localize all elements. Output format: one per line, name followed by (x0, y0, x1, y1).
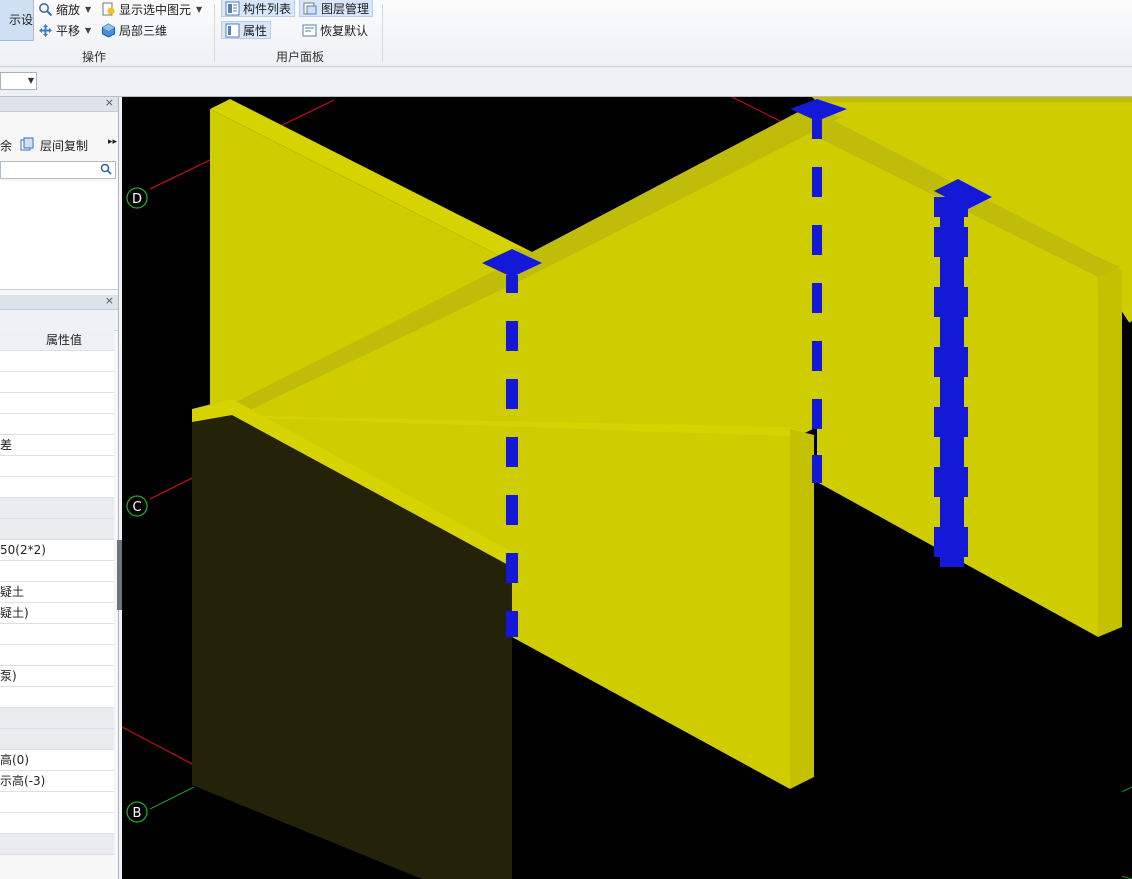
copy-between-floors-button[interactable]: 层间复制 (40, 137, 88, 154)
show-selected-element-button[interactable]: 显示选中图元 ▼ (101, 0, 202, 18)
restore-layout-icon (302, 23, 317, 38)
property-row[interactable] (0, 414, 114, 435)
wall-top (812, 97, 1132, 102)
property-pane-toolbar (0, 310, 118, 331)
property-row[interactable] (0, 456, 114, 477)
dropdown-arrow-icon: ▼ (85, 25, 92, 35)
property-row[interactable] (0, 561, 114, 582)
property-row[interactable]: 疑土 (0, 582, 114, 603)
property-row[interactable]: 泵) (0, 666, 114, 687)
svg-text:C: C (132, 500, 141, 515)
copy-floor-icon (20, 137, 35, 155)
3d-viewport[interactable]: D C B (122, 97, 1132, 879)
dropdown-arrow-icon: ▼ (27, 76, 34, 85)
component-list-button[interactable]: 构件列表 (221, 0, 296, 17)
sub-toolbar: ▼ (0, 67, 1132, 97)
property-row[interactable]: 示高(-3) (0, 771, 114, 792)
component-pane-header: × (0, 96, 118, 112)
property-table: 属性值 差 50(2*2) 疑土 疑土) 泵) 高(0) 示高(-3) (0, 330, 114, 855)
dropdown-arrow-icon: ▼ (196, 4, 203, 14)
property-row[interactable] (0, 792, 114, 813)
property-row[interactable] (0, 813, 114, 834)
property-row[interactable] (0, 372, 114, 393)
wall-gap (1122, 321, 1132, 621)
local-3d-button[interactable]: 局部三维 (101, 21, 167, 39)
grid-line-b (122, 726, 195, 766)
display-settings-button[interactable]: 示设置 (0, 0, 34, 41)
property-row[interactable] (0, 687, 114, 708)
properties-button[interactable]: 属性 (221, 21, 272, 39)
property-row[interactable] (0, 351, 114, 372)
property-row[interactable]: 疑土) (0, 603, 114, 624)
wall-front-edge (790, 429, 814, 789)
property-row[interactable]: 差 (0, 435, 114, 456)
3d-cube-icon (101, 22, 116, 38)
property-row[interactable]: 50(2*2) (0, 540, 114, 561)
component-search-input[interactable] (0, 161, 116, 179)
bulb-document-icon (101, 2, 116, 17)
property-row[interactable] (0, 477, 114, 498)
list-icon (225, 1, 240, 16)
zoom-button[interactable]: 缩放 ▼ (38, 0, 91, 18)
dropdown-arrow-icon: ▼ (85, 4, 92, 14)
svg-text:B: B (133, 806, 142, 821)
more-arrow-icon[interactable]: ▸▸ (108, 137, 117, 147)
magnifier-icon (38, 2, 53, 17)
move-arrows-icon (38, 23, 53, 38)
property-pane-header: × (0, 294, 118, 310)
property-row[interactable]: 高(0) (0, 750, 114, 771)
property-row[interactable] (0, 393, 114, 414)
svg-text:D: D (132, 192, 142, 207)
layer-manage-button[interactable]: 图层管理 (299, 0, 374, 17)
3d-scene: D C B (122, 97, 1132, 879)
property-row[interactable] (0, 834, 114, 855)
component-list[interactable] (0, 181, 118, 290)
property-row[interactable] (0, 645, 114, 666)
property-row[interactable] (0, 498, 114, 519)
property-row[interactable] (0, 729, 114, 750)
property-row[interactable] (0, 624, 114, 645)
component-toolbar: 余 层间复制 ▸▸ (0, 135, 118, 155)
group-divider (382, 4, 383, 62)
properties-icon (225, 23, 240, 38)
close-icon[interactable]: × (105, 294, 114, 307)
pan-button[interactable]: 平移 ▼ (38, 21, 91, 39)
grid-line-green (149, 786, 195, 810)
group-label-operations: 操作 (82, 50, 107, 64)
search-icon[interactable] (100, 163, 112, 178)
restore-default-button[interactable]: 恢复默认 (302, 21, 368, 39)
property-row[interactable] (0, 519, 114, 540)
close-icon[interactable]: × (105, 96, 114, 109)
axis-marker-d: D (126, 187, 148, 209)
layers-icon (303, 1, 318, 16)
floor-select[interactable]: ▼ (0, 72, 37, 90)
group-label-user-panel: 用户面板 (276, 50, 325, 64)
property-value-header: 属性值 (0, 330, 114, 351)
delete-button[interactable]: 余 (0, 137, 12, 154)
group-divider (214, 4, 215, 62)
left-panel: × 余 层间复制 ▸▸ × 属性值 差 50(2*2) 疑土 疑土) 泵) 高(0) 示高(… (0, 96, 119, 879)
axis-marker-c: C (126, 495, 148, 517)
property-row[interactable] (0, 708, 114, 729)
wall-edge (1098, 269, 1122, 637)
axis-marker-b: B (126, 801, 148, 823)
ribbon-toolbar: 示设置 缩放▼ 平移▼ 显示选中图元▼ 局部三维 操作 构件列表 (0, 0, 1132, 67)
